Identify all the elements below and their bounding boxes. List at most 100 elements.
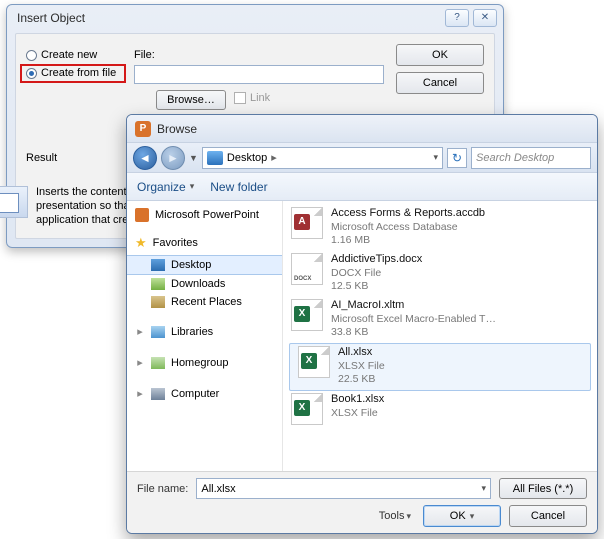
cancel-button[interactable]: Cancel (396, 72, 484, 94)
search-placeholder: Search Desktop (476, 152, 554, 164)
back-button[interactable]: ◄ (133, 146, 157, 170)
filter-label: All Files (*.*) (513, 483, 574, 495)
new-folder-button[interactable]: New folder (210, 180, 267, 194)
nav-toolbar: ◄ ► ▼ Desktop ▸ ▾ ↻ Search Desktop (127, 143, 597, 173)
bottom-bar: File name: All.xlsx ▾ All Files (*.*) To… (127, 471, 597, 533)
excel-file-icon: X (291, 393, 323, 425)
file-name: AI_MacroI.xltm (331, 299, 496, 313)
browse-button[interactable]: Browse… (156, 90, 226, 110)
file-item[interactable]: X AI_MacroI.xltm Microsoft Excel Macro-E… (283, 297, 597, 343)
nav-group-favorites[interactable]: ★ Favorites (127, 231, 282, 255)
file-type: DOCX File (331, 267, 422, 280)
homegroup-icon (151, 357, 165, 369)
docx-file-icon: DOCX (291, 253, 323, 285)
file-name-value: All.xlsx (201, 483, 235, 495)
nav-label: Downloads (171, 278, 225, 290)
tools-menu[interactable]: Tools ▾ (379, 510, 411, 522)
chevron-right-icon: ▸ (135, 325, 145, 338)
nav-label: Microsoft PowerPoint (155, 209, 259, 221)
file-type: Microsoft Excel Macro-Enabled T… (331, 313, 496, 326)
nav-group-computer[interactable]: ▸ Computer (127, 383, 282, 404)
nav-pane: Microsoft PowerPoint ★ Favorites Desktop… (127, 201, 283, 471)
desktop-icon (207, 151, 223, 165)
downloads-icon (151, 278, 165, 290)
file-size: 12.5 KB (331, 280, 422, 293)
libraries-icon (151, 326, 165, 338)
file-type: XLSX File (331, 407, 384, 420)
history-dropdown-icon[interactable]: ▼ (189, 153, 198, 163)
radio-icon (26, 68, 37, 79)
nav-group-homegroup[interactable]: ▸ Homegroup (127, 352, 282, 373)
nav-group-label: Favorites (153, 237, 198, 249)
file-type: Microsoft Access Database (331, 221, 485, 234)
excel-file-icon: X (298, 346, 330, 378)
breadcrumb-text: Desktop (227, 152, 267, 164)
nav-group-label: Computer (171, 388, 219, 400)
file-item-selected[interactable]: X All.xlsx XLSX File 22.5 KB (289, 343, 591, 391)
browse-dialog: P Browse ◄ ► ▼ Desktop ▸ ▾ ↻ Search Desk… (126, 114, 598, 534)
radio-icon (26, 50, 37, 61)
file-size: 22.5 KB (338, 373, 385, 386)
file-name: All.xlsx (338, 346, 385, 360)
content-split: Microsoft PowerPoint ★ Favorites Desktop… (127, 201, 597, 471)
nav-item-desktop[interactable]: Desktop (127, 255, 282, 275)
dialog-title: Insert Object (17, 11, 441, 25)
powerpoint-icon: P (135, 121, 151, 137)
chevron-down-icon: ▾ (406, 511, 411, 522)
nav-group-label: Homegroup (171, 357, 228, 369)
nav-label: Desktop (171, 259, 211, 271)
file-item[interactable]: X Book1.xlsx XLSX File (283, 391, 597, 429)
refresh-button[interactable]: ↻ (447, 148, 467, 168)
help-button[interactable]: ? (445, 9, 469, 27)
file-name: Access Forms & Reports.accdb (331, 207, 485, 221)
titlebar: P Browse (127, 115, 597, 143)
file-type-filter[interactable]: All Files (*.*) (499, 478, 587, 499)
forward-button[interactable]: ► (161, 146, 185, 170)
star-icon: ★ (135, 235, 147, 251)
search-input[interactable]: Search Desktop (471, 147, 591, 169)
ok-button[interactable]: OK (396, 44, 484, 66)
command-bar: Organize ▾ New folder (127, 173, 597, 201)
recent-places-icon (151, 296, 165, 308)
nav-item-recent-places[interactable]: Recent Places (127, 293, 282, 311)
ok-label: OK (450, 510, 466, 522)
link-label: Link (250, 92, 270, 104)
file-item[interactable]: A Access Forms & Reports.accdb Microsoft… (283, 205, 597, 251)
file-path-input[interactable] (134, 65, 384, 84)
file-list: A Access Forms & Reports.accdb Microsoft… (283, 201, 597, 471)
organize-menu[interactable]: Organize ▾ (137, 180, 194, 194)
nav-group-libraries[interactable]: ▸ Libraries (127, 321, 282, 342)
file-name-input[interactable]: All.xlsx ▾ (196, 478, 491, 499)
file-size: 33.8 KB (331, 326, 496, 339)
nav-group-label: Libraries (171, 326, 213, 338)
computer-icon (151, 388, 165, 400)
breadcrumb[interactable]: Desktop ▸ ▾ (202, 147, 443, 169)
chevron-down-icon: ▾ (470, 511, 475, 522)
link-checkbox[interactable]: Link (234, 92, 270, 104)
nav-item-downloads[interactable]: Downloads (127, 275, 282, 293)
powerpoint-icon (135, 208, 149, 222)
file-name-label: File name: (137, 483, 188, 495)
checkbox-icon (234, 92, 246, 104)
cancel-button[interactable]: Cancel (509, 505, 587, 527)
chevron-down-icon[interactable]: ▾ (433, 152, 438, 163)
close-button[interactable]: ✕ (473, 9, 497, 27)
file-label: File: (134, 49, 155, 61)
file-name: AddictiveTips.docx (331, 253, 422, 267)
radio-create-from-file[interactable]: Create from file (26, 67, 116, 79)
file-name: Book1.xlsx (331, 393, 384, 407)
radio-label: Create from file (41, 67, 116, 79)
titlebar: Insert Object ? ✕ (7, 5, 503, 31)
chevron-down-icon: ▾ (481, 483, 486, 494)
file-item[interactable]: DOCX AddictiveTips.docx DOCX File 12.5 K… (283, 251, 597, 297)
organize-label: Organize (137, 180, 186, 194)
tools-label: Tools (379, 510, 405, 522)
chevron-right-icon: ▸ (135, 356, 145, 369)
radio-label: Create new (41, 49, 97, 61)
ok-button[interactable]: OK ▾ (423, 505, 501, 527)
radio-create-new[interactable]: Create new (26, 49, 97, 61)
excel-file-icon: X (291, 299, 323, 331)
nav-item-powerpoint[interactable]: Microsoft PowerPoint (127, 205, 282, 225)
result-icon (0, 186, 28, 218)
cancel-label: Cancel (531, 510, 565, 522)
